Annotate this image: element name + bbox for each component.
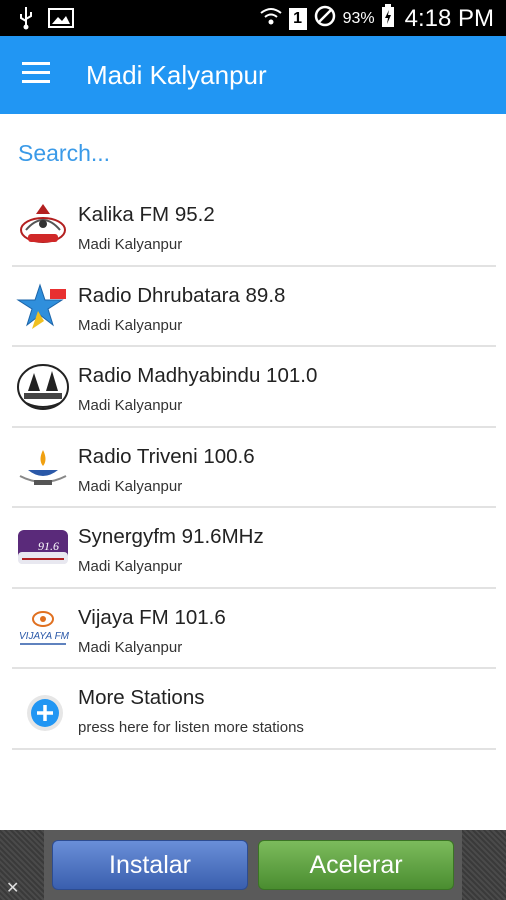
station-name: Radio Dhrubatara 89.8 bbox=[78, 283, 286, 307]
station-row-vijaya[interactable]: VIJAYA FM Vijaya FM 101.6 Madi Kalyanpur bbox=[12, 589, 496, 669]
do-not-disturb-icon bbox=[313, 4, 337, 34]
menu-icon[interactable] bbox=[22, 62, 52, 88]
station-row-kalika[interactable]: Kalika FM 95.2 Madi Kalyanpur bbox=[12, 186, 496, 267]
station-row-triveni[interactable]: Radio Triveni 100.6 Madi Kalyanpur bbox=[12, 428, 496, 508]
battery-percent: 93% bbox=[342, 10, 375, 27]
station-name: Vijaya FM 101.6 bbox=[78, 605, 226, 629]
station-row-synergy[interactable]: 91.6 Synergyfm 91.6MHz Madi Kalyanpur bbox=[12, 508, 496, 589]
sim-icon: 1 bbox=[288, 8, 307, 30]
page-title: Madi Kalyanpur bbox=[86, 60, 267, 90]
station-name: Radio Triveni 100.6 bbox=[78, 444, 255, 468]
ad-edge-right bbox=[462, 830, 506, 900]
vijaya-logo-text: VIJAYA FM bbox=[19, 631, 70, 642]
more-stations-row[interactable]: More Stations press here for listen more… bbox=[12, 669, 496, 750]
synergy-fm-logo: 91.6 bbox=[16, 522, 70, 574]
vijaya-fm-logo: VIJAYA FM bbox=[16, 603, 70, 655]
madhyabindu-logo bbox=[16, 361, 70, 413]
app-bar: Madi Kalyanpur bbox=[0, 36, 506, 114]
status-bar: 1 93% 4:18 PM bbox=[0, 0, 506, 36]
clock: 4:18 PM bbox=[404, 5, 494, 32]
station-row-madhyabindu[interactable]: Radio Madhyabindu 101.0 Madi Kalyanpur bbox=[12, 347, 496, 428]
more-stations-subtitle: press here for listen more stations bbox=[78, 719, 304, 736]
station-location: Madi Kalyanpur bbox=[78, 477, 183, 495]
ad-close-icon[interactable]: ✕ bbox=[6, 878, 19, 898]
search-input[interactable]: Search... bbox=[18, 140, 110, 167]
image-icon bbox=[48, 7, 74, 34]
battery-charging-icon bbox=[381, 4, 395, 34]
dhrubatara-star-logo bbox=[16, 281, 70, 333]
station-location: Madi Kalyanpur bbox=[78, 638, 183, 656]
ad-banner: ✕ Instalar Acelerar bbox=[0, 830, 506, 900]
kalika-fm-logo bbox=[16, 200, 70, 252]
station-location: Madi Kalyanpur bbox=[78, 316, 183, 334]
station-location: Madi Kalyanpur bbox=[78, 397, 183, 414]
more-stations-title: More Stations bbox=[78, 686, 205, 709]
station-list: Kalika FM 95.2 Madi Kalyanpur Radio Dhru… bbox=[12, 186, 496, 750]
station-location: Madi Kalyanpur bbox=[78, 558, 183, 575]
triveni-lamp-logo bbox=[16, 442, 70, 494]
install-button[interactable]: Instalar bbox=[52, 840, 248, 890]
wifi-icon bbox=[259, 5, 283, 33]
station-name: Radio Madhyabindu 101.0 bbox=[78, 364, 318, 387]
station-row-dhrubatara[interactable]: Radio Dhrubatara 89.8 Madi Kalyanpur bbox=[12, 267, 496, 347]
accelerate-button[interactable]: Acelerar bbox=[258, 840, 454, 890]
plus-circle-icon bbox=[16, 683, 70, 735]
station-location: Madi Kalyanpur bbox=[78, 236, 183, 253]
usb-icon bbox=[18, 6, 34, 35]
synergy-logo-text: 91.6 bbox=[38, 539, 59, 553]
station-name: Kalika FM 95.2 bbox=[78, 203, 215, 226]
station-name: Synergyfm 91.6MHz bbox=[78, 525, 264, 548]
